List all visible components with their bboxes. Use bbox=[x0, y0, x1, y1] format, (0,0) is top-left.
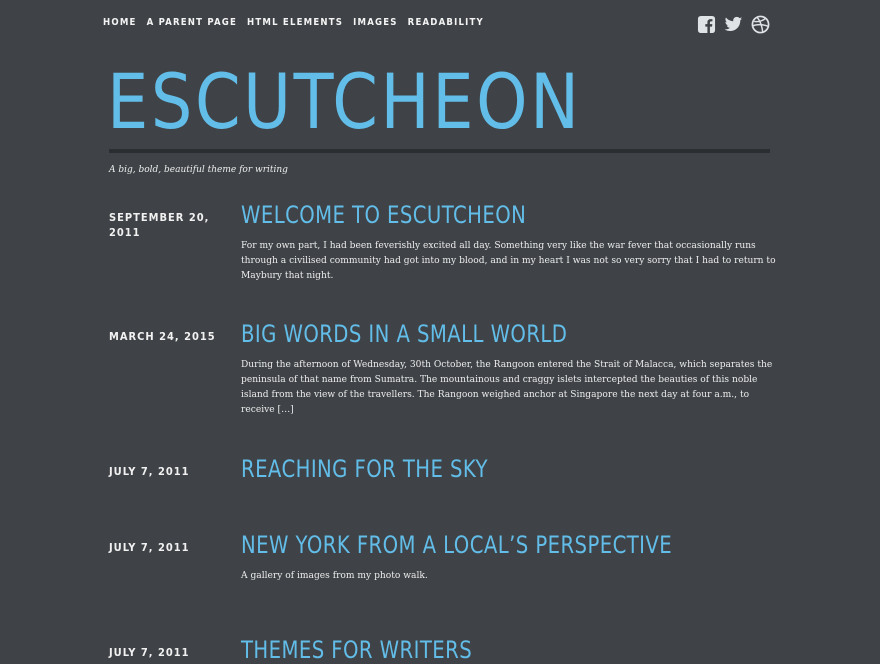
post-date: JULY 7, 2011 bbox=[109, 541, 190, 554]
post-excerpt: During the afternoon of Wednesday, 30th … bbox=[241, 360, 773, 415]
facebook-icon bbox=[697, 15, 716, 34]
post-date: MARCH 24, 2015 bbox=[109, 330, 216, 343]
site-tagline: A big, bold, beautiful theme for writing bbox=[109, 165, 288, 175]
post-excerpt: For my own part, I had been feverishly e… bbox=[241, 241, 776, 281]
post-title-link[interactable]: NEW YORK FROM A LOCAL’S PERSPECTIVE bbox=[241, 531, 672, 559]
nav-item-a-parent-page[interactable]: A PARENT PAGE bbox=[147, 17, 237, 29]
primary-nav: HOME A PARENT PAGE HTML ELEMENTS IMAGES … bbox=[103, 17, 494, 29]
nav-item-html-elements[interactable]: HTML ELEMENTS bbox=[247, 17, 343, 29]
post-date: SEPTEMBER 20, 2011 bbox=[109, 211, 210, 239]
twitter-link[interactable] bbox=[724, 15, 743, 34]
post-title-link[interactable]: BIG WORDS IN A SMALL WORLD bbox=[241, 320, 567, 348]
dribbble-link[interactable] bbox=[751, 15, 770, 34]
post-title-link[interactable]: REACHING FOR THE SKY bbox=[241, 455, 488, 483]
title-divider bbox=[109, 149, 770, 153]
post-date: JULY 7, 2011 bbox=[109, 646, 190, 659]
social-links bbox=[697, 15, 770, 34]
dribbble-icon bbox=[751, 15, 770, 34]
twitter-icon bbox=[724, 16, 743, 31]
site-title[interactable]: ESCUTCHEON bbox=[107, 58, 582, 146]
nav-item-images[interactable]: IMAGES bbox=[353, 17, 398, 29]
post-date: JULY 7, 2011 bbox=[109, 465, 190, 478]
nav-item-readability[interactable]: READABILITY bbox=[408, 17, 484, 29]
post-excerpt: A gallery of images from my photo walk. bbox=[241, 571, 428, 581]
facebook-link[interactable] bbox=[697, 15, 716, 34]
nav-item-home[interactable]: HOME bbox=[103, 17, 137, 29]
post-title-link[interactable]: WELCOME TO ESCUTCHEON bbox=[241, 201, 526, 229]
